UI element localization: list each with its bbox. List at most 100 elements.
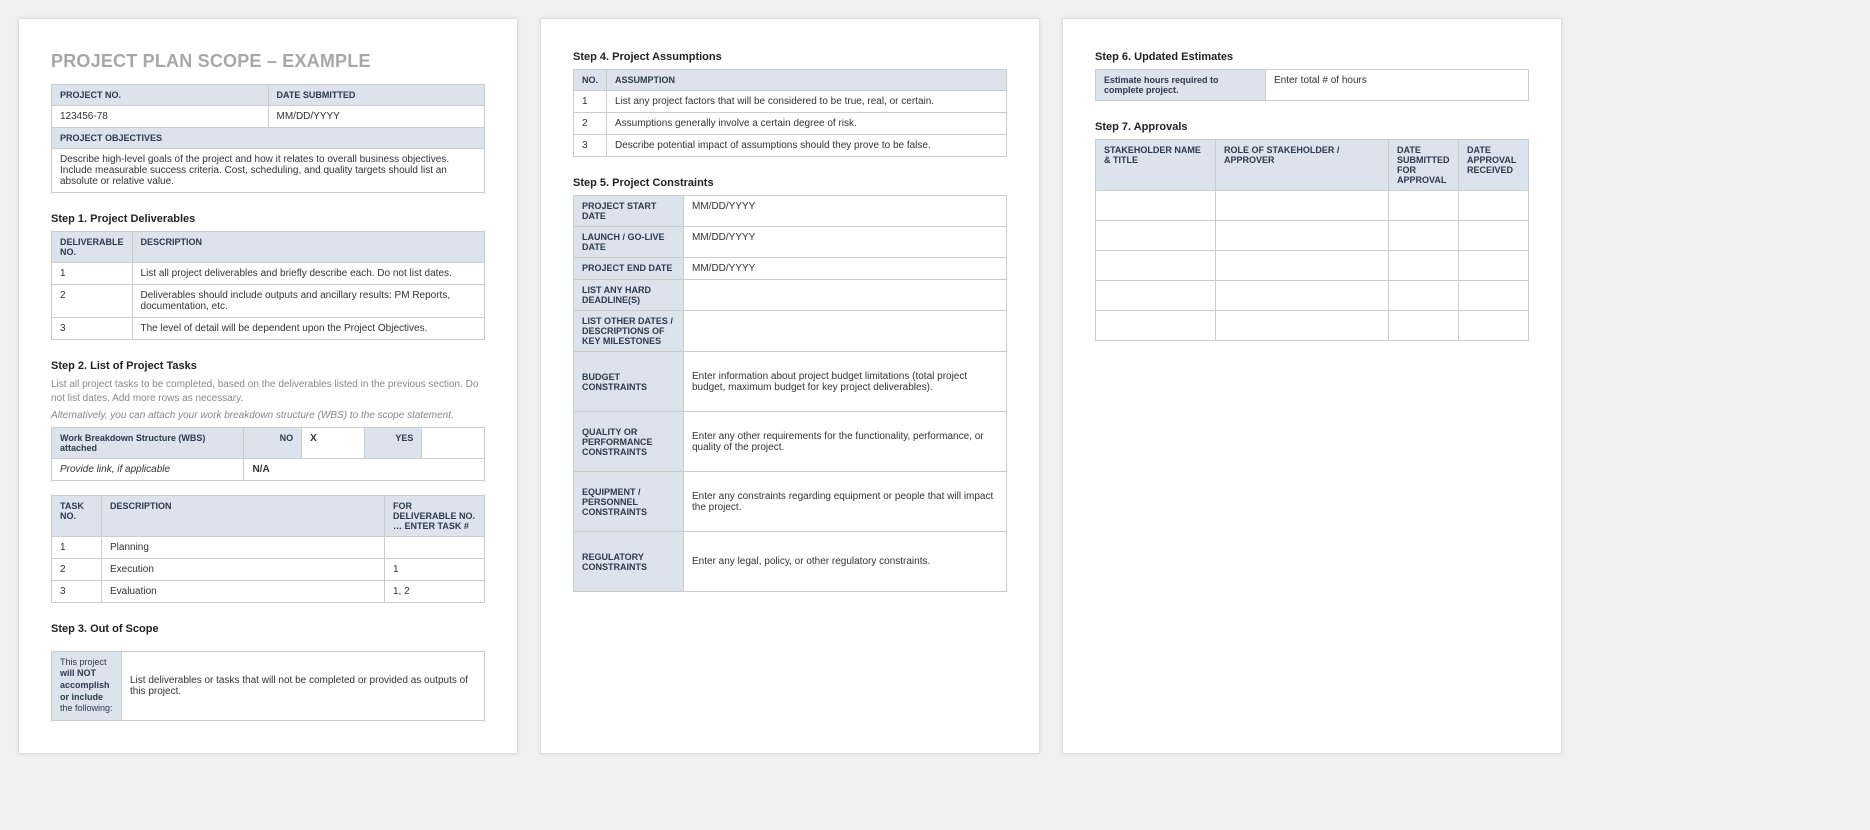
cell-no: 3 <box>574 135 607 157</box>
step5-budget-label: BUDGET CONSTRAINTS <box>574 352 684 412</box>
cell-desc: Evaluation <box>102 580 385 602</box>
table-row <box>1096 281 1529 311</box>
date-submitted-value: MM/DD/YYYY <box>268 106 485 128</box>
task-table: TASK NO. DESCRIPTION FOR DELIVERABLE NO.… <box>51 495 485 603</box>
cell-desc: Execution <box>102 558 385 580</box>
step5-other-label: LIST OTHER DATES / DESCRIPTIONS OF KEY M… <box>574 311 684 352</box>
step5-end-label: PROJECT END DATE <box>574 258 684 280</box>
step7-title: Step 7. Approvals <box>1095 121 1529 133</box>
step4-table: NO. ASSUMPTION 1 List any project factor… <box>573 69 1007 157</box>
step5-other-value <box>684 311 1007 352</box>
step1-header-no: DELIVERABLE NO. <box>52 232 133 263</box>
cell-no: 1 <box>52 263 133 285</box>
step7-header-role: ROLE OF STAKEHOLDER / APPROVER <box>1216 140 1389 191</box>
cell-desc: Planning <box>102 536 385 558</box>
document-title: PROJECT PLAN SCOPE – EXAMPLE <box>51 51 485 72</box>
step2-sub1: List all project tasks to be completed, … <box>51 378 485 405</box>
cell-no: 1 <box>574 91 607 113</box>
step6-table: Estimate hours required to complete proj… <box>1095 69 1529 101</box>
step4-header-assumption: ASSUMPTION <box>607 70 1007 91</box>
wbs-yes-value <box>422 427 485 458</box>
table-row: 1 Planning <box>52 536 485 558</box>
cell-no: 3 <box>52 318 133 340</box>
date-submitted-header: DATE SUBMITTED <box>268 85 485 106</box>
cell-deliv: 1, 2 <box>385 580 485 602</box>
step7-table: STAKEHOLDER NAME & TITLE ROLE OF STAKEHO… <box>1095 139 1529 341</box>
step5-table: PROJECT START DATE MM/DD/YYYY LAUNCH / G… <box>573 195 1007 592</box>
table-row <box>1096 311 1529 341</box>
step2-sub2: Alternatively, you can attach your work … <box>51 409 485 423</box>
step1-title: Step 1. Project Deliverables <box>51 213 485 225</box>
cell-desc: Deliverables should include outputs and … <box>132 285 484 318</box>
step5-hard-value <box>684 280 1007 311</box>
step5-reg-value: Enter any legal, policy, or other regula… <box>684 532 1007 592</box>
cell-no: 2 <box>574 113 607 135</box>
table-row: 3 The level of detail will be dependent … <box>52 318 485 340</box>
step6-label: Estimate hours required to complete proj… <box>1096 70 1266 101</box>
cell-desc: List all project deliverables and briefl… <box>132 263 484 285</box>
step5-start-value: MM/DD/YYYY <box>684 196 1007 227</box>
task-header-desc: DESCRIPTION <box>102 495 385 536</box>
table-row <box>1096 191 1529 221</box>
step5-equip-value: Enter any constraints regarding equipmen… <box>684 472 1007 532</box>
step4-header-no: NO. <box>574 70 607 91</box>
wbs-no-value: X <box>302 427 365 458</box>
step5-hard-label: LIST ANY HARD DEADLINE(S) <box>574 280 684 311</box>
page-3: Step 6. Updated Estimates Estimate hours… <box>1062 18 1562 754</box>
project-objectives-header: PROJECT OBJECTIVES <box>52 128 485 149</box>
pages-container: PROJECT PLAN SCOPE – EXAMPLE PROJECT NO.… <box>18 18 1852 754</box>
step5-start-label: PROJECT START DATE <box>574 196 684 227</box>
out-of-scope-text: List deliverables or tasks that will not… <box>122 651 485 720</box>
project-no-value: 123456-78 <box>52 106 269 128</box>
step5-launch-label: LAUNCH / GO-LIVE DATE <box>574 227 684 258</box>
table-row: 2 Execution 1 <box>52 558 485 580</box>
cell-no: 1 <box>52 536 102 558</box>
table-row: 1 List any project factors that will be … <box>574 91 1007 113</box>
table-row: 3 Describe potential impact of assumptio… <box>574 135 1007 157</box>
step5-quality-value: Enter any other requirements for the fun… <box>684 412 1007 472</box>
wbs-no-label: NO <box>244 427 302 458</box>
task-header-deliv: FOR DELIVERABLE NO. … ENTER TASK # <box>385 495 485 536</box>
out-of-scope-table: This project will NOT accomplish or incl… <box>51 651 485 721</box>
wbs-na-value: N/A <box>244 458 485 480</box>
cell-no: 2 <box>52 285 133 318</box>
project-no-header: PROJECT NO. <box>52 85 269 106</box>
wbs-yes-label: YES <box>364 427 422 458</box>
step3-title: Step 3. Out of Scope <box>51 623 485 635</box>
step4-title: Step 4. Project Assumptions <box>573 51 1007 63</box>
cell-no: 2 <box>52 558 102 580</box>
step5-title: Step 5. Project Constraints <box>573 177 1007 189</box>
wbs-provide-link-label: Provide link, if applicable <box>52 458 244 480</box>
wbs-table: Work Breakdown Structure (WBS) attached … <box>51 427 485 481</box>
table-row <box>1096 251 1529 281</box>
cell-deliv: 1 <box>385 558 485 580</box>
wbs-attached-label: Work Breakdown Structure (WBS) attached <box>52 427 244 458</box>
cell-text: Assumptions generally involve a certain … <box>607 113 1007 135</box>
step5-reg-label: REGULATORY CONSTRAINTS <box>574 532 684 592</box>
cell-deliv <box>385 536 485 558</box>
table-row <box>1096 221 1529 251</box>
step7-header-date-received: DATE APPROVAL RECEIVED <box>1459 140 1529 191</box>
page-2: Step 4. Project Assumptions NO. ASSUMPTI… <box>540 18 1040 754</box>
cell-text: Describe potential impact of assumptions… <box>607 135 1007 157</box>
out-of-scope-label: This project will NOT accomplish or incl… <box>52 651 122 720</box>
task-header-no: TASK NO. <box>52 495 102 536</box>
step5-end-value: MM/DD/YYYY <box>684 258 1007 280</box>
cell-desc: The level of detail will be dependent up… <box>132 318 484 340</box>
cell-no: 3 <box>52 580 102 602</box>
table-row: 2 Assumptions generally involve a certai… <box>574 113 1007 135</box>
step1-header-desc: DESCRIPTION <box>132 232 484 263</box>
step1-table: DELIVERABLE NO. DESCRIPTION 1 List all p… <box>51 231 485 340</box>
step5-equip-label: EQUIPMENT / PERSONNEL CONSTRAINTS <box>574 472 684 532</box>
step6-title: Step 6. Updated Estimates <box>1095 51 1529 63</box>
project-info-table: PROJECT NO. DATE SUBMITTED 123456-78 MM/… <box>51 84 485 193</box>
table-row: 2 Deliverables should include outputs an… <box>52 285 485 318</box>
step6-value: Enter total # of hours <box>1266 70 1529 101</box>
step5-launch-value: MM/DD/YYYY <box>684 227 1007 258</box>
page-1: PROJECT PLAN SCOPE – EXAMPLE PROJECT NO.… <box>18 18 518 754</box>
project-objectives-text: Describe high-level goals of the project… <box>52 149 485 193</box>
step2-title: Step 2. List of Project Tasks <box>51 360 485 372</box>
step7-header-name: STAKEHOLDER NAME & TITLE <box>1096 140 1216 191</box>
cell-text: List any project factors that will be co… <box>607 91 1007 113</box>
table-row: 3 Evaluation 1, 2 <box>52 580 485 602</box>
